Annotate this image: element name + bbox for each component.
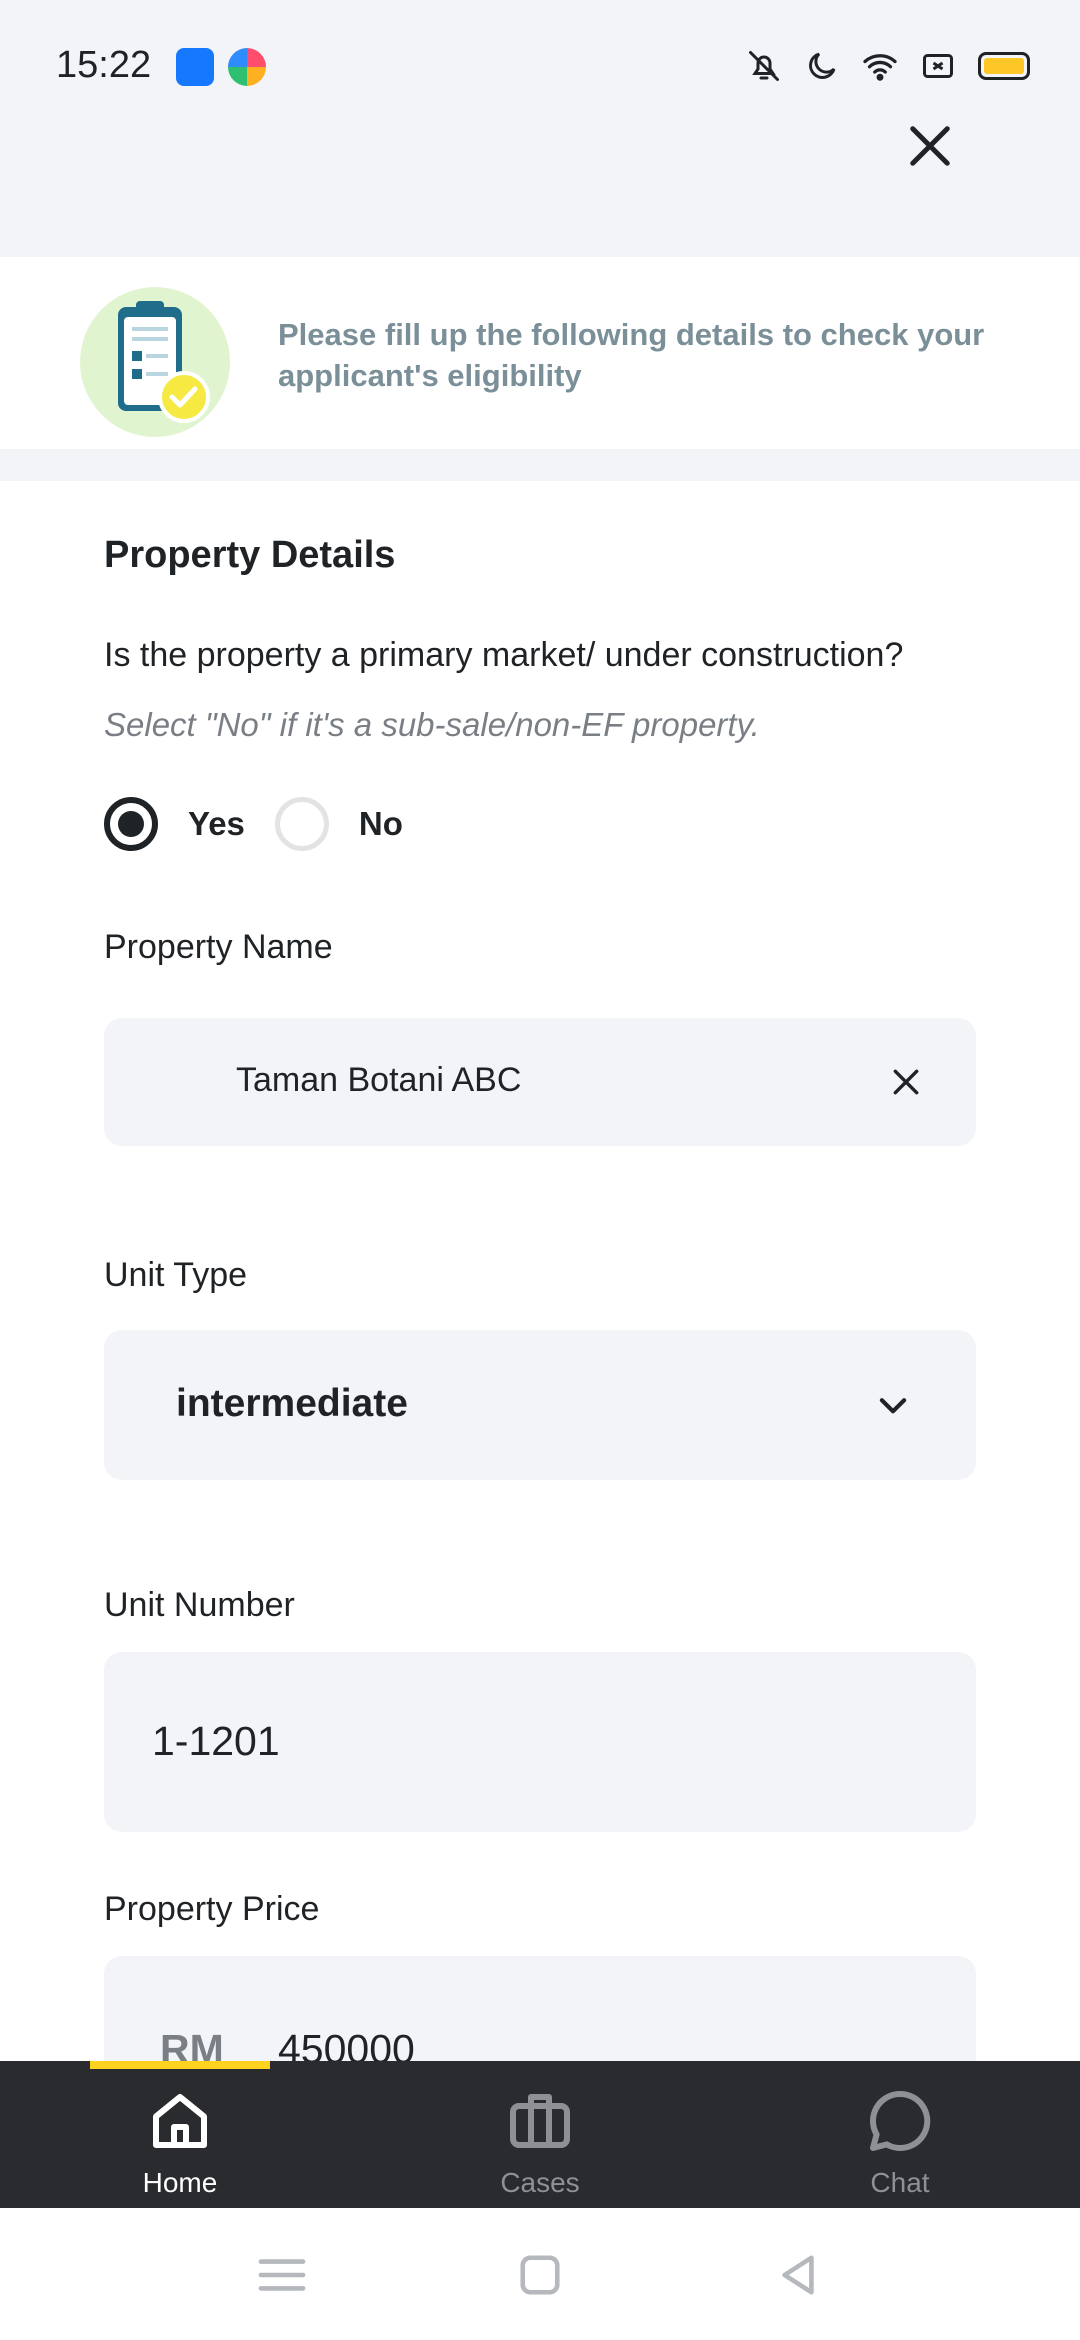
property-price-label: Property Price — [104, 1890, 320, 1928]
primary-market-radio-group: Yes No — [104, 796, 403, 852]
radio-yes[interactable] — [104, 797, 158, 851]
status-time: 15:22 — [56, 44, 152, 86]
eligibility-banner: Please fill up the following details to … — [0, 257, 1080, 449]
nav-item-home[interactable]: Home — [80, 2085, 280, 2205]
silent-mode-icon — [749, 51, 779, 81]
back-triangle-icon[interactable] — [768, 2252, 828, 2298]
radio-no-label[interactable]: No — [359, 805, 403, 843]
clear-input-icon[interactable] — [890, 1066, 922, 1098]
briefcase-icon — [510, 2094, 570, 2148]
chat-bubble-icon — [870, 2090, 931, 2151]
status-bar: 15:22 — [0, 0, 1080, 130]
section-title: Property Details — [104, 534, 396, 576]
do-not-disturb-moon-icon — [809, 52, 836, 79]
question-hint: Select "No" if it's a sub-sale/non-EF pr… — [104, 706, 760, 743]
android-app-icon — [176, 48, 214, 86]
property-name-input[interactable]: Taman Botani ABC — [104, 1018, 976, 1146]
app-screen: 15:22 Please fill up the following detai… — [0, 0, 1080, 2340]
chevron-down-icon — [879, 1398, 907, 1414]
nav-label-chat: Chat — [870, 2167, 930, 2198]
close-button[interactable] — [900, 116, 960, 176]
active-tab-indicator — [90, 2061, 270, 2069]
home-square-icon[interactable] — [510, 2252, 570, 2298]
radio-no[interactable] — [274, 797, 329, 851]
property-name-value: Taman Botani ABC — [236, 1061, 522, 1099]
battery-icon — [978, 52, 1030, 80]
unit-number-input[interactable]: 1-1201 — [104, 1652, 976, 1832]
banner-text: Please fill up the following details to … — [278, 317, 985, 393]
unit-type-label: Unit Type — [104, 1256, 248, 1294]
nav-item-cases[interactable]: Cases — [440, 2085, 640, 2205]
browser-app-icon — [228, 48, 266, 86]
property-name-label: Property Name — [104, 928, 333, 966]
unit-type-value: intermediate — [176, 1382, 408, 1425]
close-icon — [910, 126, 950, 166]
unit-type-select[interactable]: intermediate — [104, 1330, 976, 1480]
unit-number-value: 1-1201 — [152, 1718, 280, 1764]
wifi-icon — [863, 54, 897, 81]
unit-number-label: Unit Number — [104, 1586, 295, 1624]
recent-apps-icon[interactable] — [252, 2252, 312, 2298]
nav-label-cases: Cases — [500, 2167, 580, 2198]
home-icon — [153, 2094, 207, 2148]
radio-yes-label[interactable]: Yes — [188, 805, 245, 843]
status-icons — [746, 44, 1030, 88]
sim-card-icon — [923, 54, 953, 78]
nav-item-chat[interactable]: Chat — [800, 2085, 1000, 2205]
nav-label-home: Home — [142, 2167, 218, 2198]
clipboard-checklist-icon — [80, 287, 230, 437]
primary-market-question: Is the property a primary market/ under … — [104, 636, 904, 674]
